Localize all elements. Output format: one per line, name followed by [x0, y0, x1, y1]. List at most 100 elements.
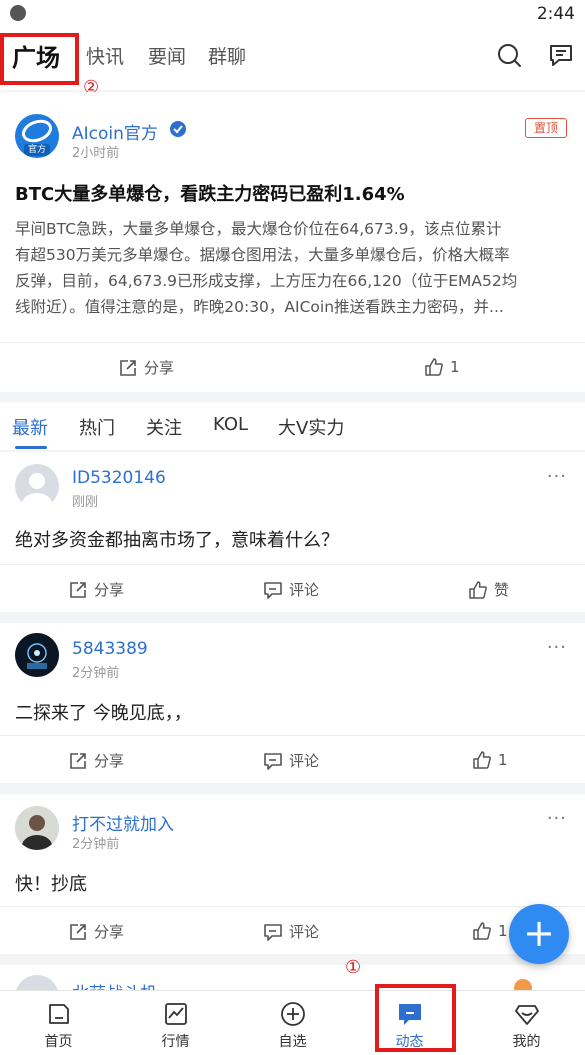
pinned-time: 2小时前 [72, 146, 120, 161]
tab-big-v[interactable]: 大V实力 [278, 414, 344, 440]
default-avatar-icon [22, 473, 52, 508]
post-card[interactable]: ID5320146 刚刚 ··· 绝对多资金都抽离市场了，意味着什么？ 分享 评… [0, 452, 585, 612]
avatar [15, 975, 59, 990]
post-time: 2分钟前 [72, 666, 120, 681]
like-button[interactable]: 赞 [468, 579, 509, 600]
share-icon [70, 923, 86, 940]
avatar [15, 464, 59, 508]
official-badge-text: 官方 [27, 145, 46, 155]
like-count: 1 [498, 751, 508, 769]
comment-button[interactable]: 评论 [263, 579, 319, 600]
nav-label: 行情 [161, 1034, 190, 1050]
pinned-body[interactable]: 早间BTC急跌，大量多单爆仓，最大爆仓价位在64,673.9，该点位累计 有超5… [15, 216, 517, 320]
thumbs-up-icon [425, 358, 443, 376]
post-author[interactable]: 北萌战斗机 [72, 979, 157, 990]
status-bar: 2:44 [0, 0, 585, 28]
home-icon [49, 1004, 69, 1024]
pinned-body-line: 早间BTC急跌，大量多单爆仓，最大爆仓价位在64,673.9，该点位累计 [15, 220, 502, 238]
profile-diamond-icon [515, 1005, 539, 1025]
active-tab-indicator [15, 446, 47, 449]
post-actions: 分享 评论 1 [0, 906, 585, 957]
tab-kol[interactable]: KOL [213, 414, 248, 435]
share-label: 分享 [144, 359, 175, 377]
more-options-icon[interactable]: ··· [547, 466, 567, 487]
post-author[interactable]: ID5320146 [72, 468, 166, 488]
like-button[interactable]: 1 [424, 357, 460, 377]
nav-label: 我的 [512, 1034, 541, 1050]
like-count: 1 [450, 358, 460, 376]
tab-hot[interactable]: 热门 [79, 414, 115, 440]
chart-icon [165, 1003, 187, 1025]
highlight-box-plaza [0, 33, 79, 85]
user-avatar-image [15, 633, 59, 677]
comment-button[interactable]: 评论 [263, 921, 319, 942]
comment-label: 评论 [289, 581, 320, 599]
share-button[interactable]: 分享 [68, 921, 124, 942]
thumbs-up-icon [473, 922, 491, 940]
nav-home[interactable]: 首页 [0, 991, 117, 1055]
add-circle-icon [281, 1002, 305, 1026]
tab-following[interactable]: 关注 [146, 414, 182, 440]
pinned-actions: 分享 1 [0, 342, 585, 393]
like-label: 赞 [494, 581, 510, 599]
nav-label: 首页 [44, 1034, 73, 1050]
message-icon[interactable] [548, 42, 574, 68]
like-count: 1 [498, 922, 508, 940]
pinned-post-card[interactable]: 官方 AIcoin官方 2小时前 置顶 BTC大量多单爆仓，看跌主力密码已盈利1… [0, 92, 585, 392]
nav-market[interactable]: 行情 [117, 991, 234, 1055]
like-button[interactable]: 1 [472, 750, 508, 770]
annotation-number-1: ① [345, 957, 362, 978]
highlight-box-feed [375, 984, 456, 1052]
pinned-body-line: 线附近）。值得注意的是，昨晚20:30，AICoin推送看跌主力密码，并... [15, 298, 504, 316]
pinned-author[interactable]: AIcoin官方 [72, 119, 158, 144]
nav-label: 自选 [278, 1034, 307, 1050]
comment-label: 评论 [289, 752, 320, 770]
status-time: 2:44 [536, 4, 575, 24]
more-options-icon[interactable]: ··· [547, 637, 567, 658]
like-button[interactable]: 1 [472, 921, 508, 941]
share-label: 分享 [94, 752, 125, 770]
nav-profile[interactable]: 我的 [468, 991, 585, 1055]
nav-watchlist[interactable]: 自选 [234, 991, 351, 1055]
pinned-body-line: 反弹，目前，64,673.9已形成支撑，上方压力在66,120（位于EMA52均 [15, 272, 518, 290]
tab-flash-news[interactable]: 快讯 [86, 42, 124, 69]
search-icon[interactable] [496, 42, 522, 68]
avatar [15, 633, 59, 677]
comment-button[interactable]: 评论 [263, 750, 319, 771]
post-text[interactable]: 快！抄底 [15, 870, 87, 896]
post-card[interactable]: 5843389 2分钟前 ··· 二探来了 今晚见底，， 分享 评论 1 [0, 623, 585, 783]
post-actions: 分享 评论 赞 [0, 564, 585, 615]
share-button[interactable]: 分享 [68, 579, 124, 600]
post-time: 2分钟前 [72, 837, 120, 852]
comment-icon [264, 923, 282, 941]
badge-icon [514, 979, 532, 990]
comment-icon [264, 752, 282, 770]
share-label: 分享 [94, 923, 125, 941]
plus-icon: + [523, 911, 555, 955]
thumbs-up-icon [469, 580, 487, 599]
avatar [15, 806, 59, 850]
share-button[interactable]: 分享 [118, 357, 174, 378]
post-time: 刚刚 [72, 495, 99, 510]
tab-latest[interactable]: 最新 [12, 414, 48, 440]
post-card[interactable]: 打不过就加入 2分钟前 ··· 快！抄底 分享 评论 1 [0, 794, 585, 954]
more-options-icon[interactable]: ··· [547, 808, 567, 829]
share-icon [70, 752, 86, 769]
verified-icon [170, 121, 186, 137]
post-text[interactable]: 绝对多资金都抽离市场了，意味着什么？ [15, 526, 339, 552]
post-author[interactable]: 5843389 [72, 639, 148, 659]
user-avatar-image [15, 806, 59, 850]
app-status-icon [10, 5, 26, 21]
tab-group-chat[interactable]: 群聊 [208, 42, 246, 69]
share-icon [120, 359, 136, 376]
pinned-title[interactable]: BTC大量多单爆仓，看跌主力密码已盈利1.64% [15, 180, 405, 206]
share-label: 分享 [94, 581, 125, 599]
share-button[interactable]: 分享 [68, 750, 124, 771]
create-post-button[interactable]: + [509, 904, 569, 964]
post-author[interactable]: 打不过就加入 [72, 810, 174, 835]
tab-headlines[interactable]: 要闻 [148, 42, 186, 69]
post-actions: 分享 评论 1 [0, 735, 585, 786]
post-card-partial[interactable]: 北萌战斗机 [0, 965, 585, 990]
comment-icon [264, 581, 282, 599]
post-text[interactable]: 二探来了 今晚见底，， [15, 699, 192, 725]
